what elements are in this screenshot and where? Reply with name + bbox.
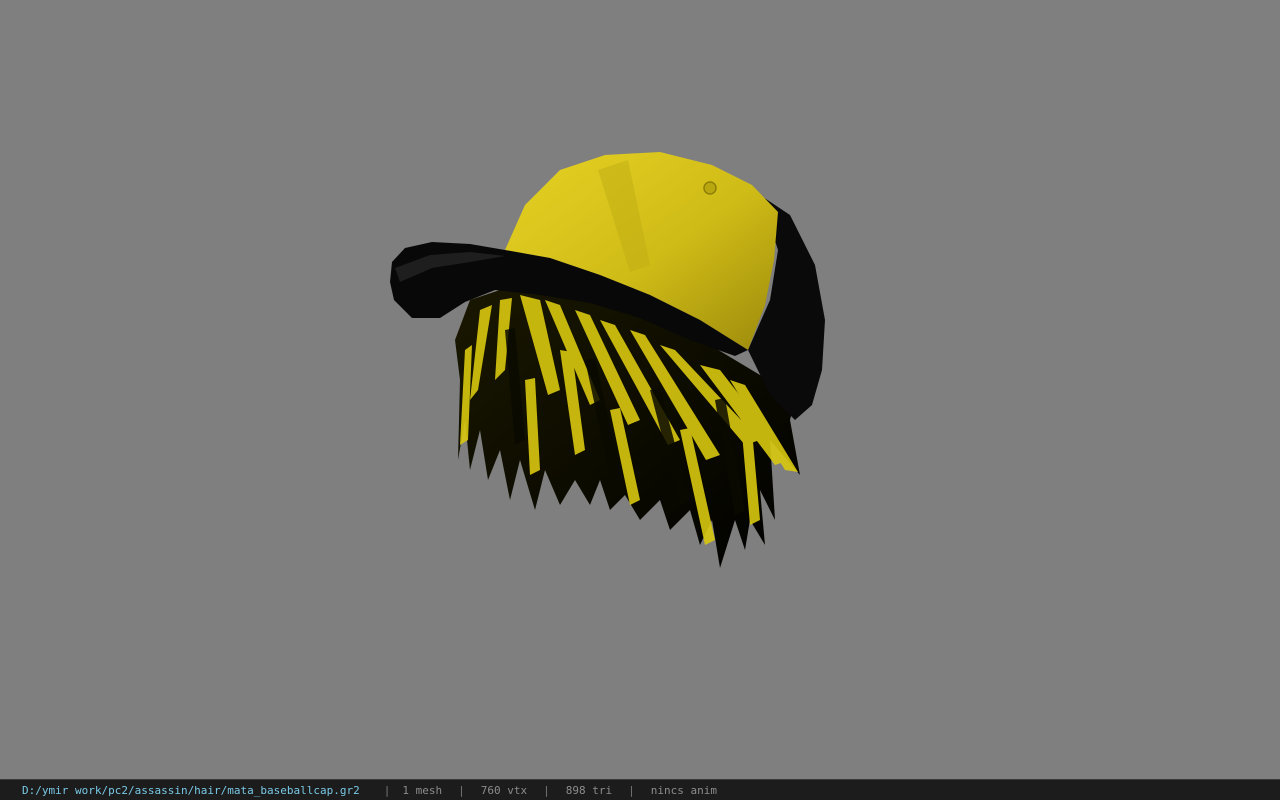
status-bar: D:/ymir work/pc2/assassin/hair/mata_base… — [0, 779, 1280, 800]
triangle-count: 898 tri — [565, 783, 613, 797]
vertex-count: 760 vtx — [480, 783, 528, 797]
cap-button — [703, 181, 717, 195]
separator: | — [543, 783, 550, 797]
baseball-cap-hair-model[interactable] — [0, 0, 1280, 779]
separator: | — [628, 783, 635, 797]
mesh-count: 1 mesh — [402, 783, 443, 797]
3d-viewport[interactable] — [0, 0, 1280, 779]
animation-status: nincs anim — [650, 783, 717, 797]
file-path: D:/ymir work/pc2/assassin/hair/mata_base… — [22, 783, 360, 797]
separator: | — [383, 783, 391, 797]
separator: | — [458, 783, 465, 797]
